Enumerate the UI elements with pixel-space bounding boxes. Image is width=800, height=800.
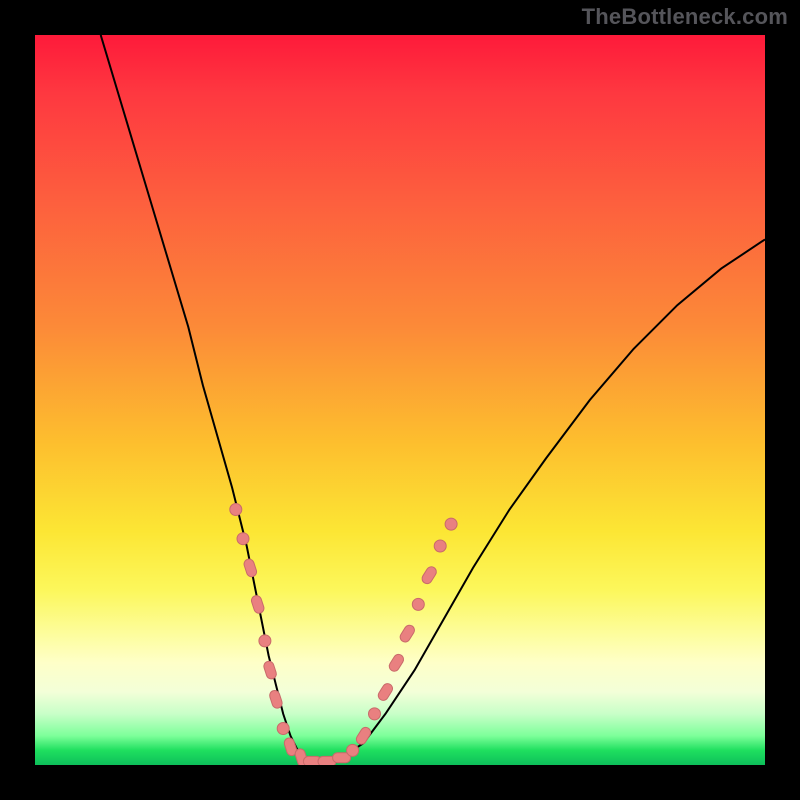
curve-marker bbox=[376, 682, 394, 703]
curve-marker bbox=[268, 689, 283, 709]
curve-marker bbox=[263, 660, 278, 680]
bottleneck-curve bbox=[101, 35, 765, 761]
curve-marker bbox=[420, 565, 438, 586]
plot-area bbox=[35, 35, 765, 765]
curve-marker bbox=[347, 744, 359, 756]
curve-marker bbox=[237, 533, 249, 545]
curve-marker bbox=[250, 594, 265, 614]
chart-frame: TheBottleneck.com bbox=[0, 0, 800, 800]
curve-marker bbox=[369, 708, 381, 720]
curve-marker bbox=[412, 598, 424, 610]
curve-marker bbox=[230, 504, 242, 516]
chart-overlay bbox=[35, 35, 765, 765]
curve-marker bbox=[277, 723, 289, 735]
curve-marker bbox=[243, 558, 258, 578]
curve-marker bbox=[434, 540, 446, 552]
curve-marker bbox=[398, 623, 416, 644]
curve-marker bbox=[259, 635, 271, 647]
curve-marker bbox=[387, 653, 405, 674]
watermark-text: TheBottleneck.com bbox=[582, 4, 788, 30]
curve-marker bbox=[445, 518, 457, 530]
curve-marker bbox=[354, 726, 372, 747]
